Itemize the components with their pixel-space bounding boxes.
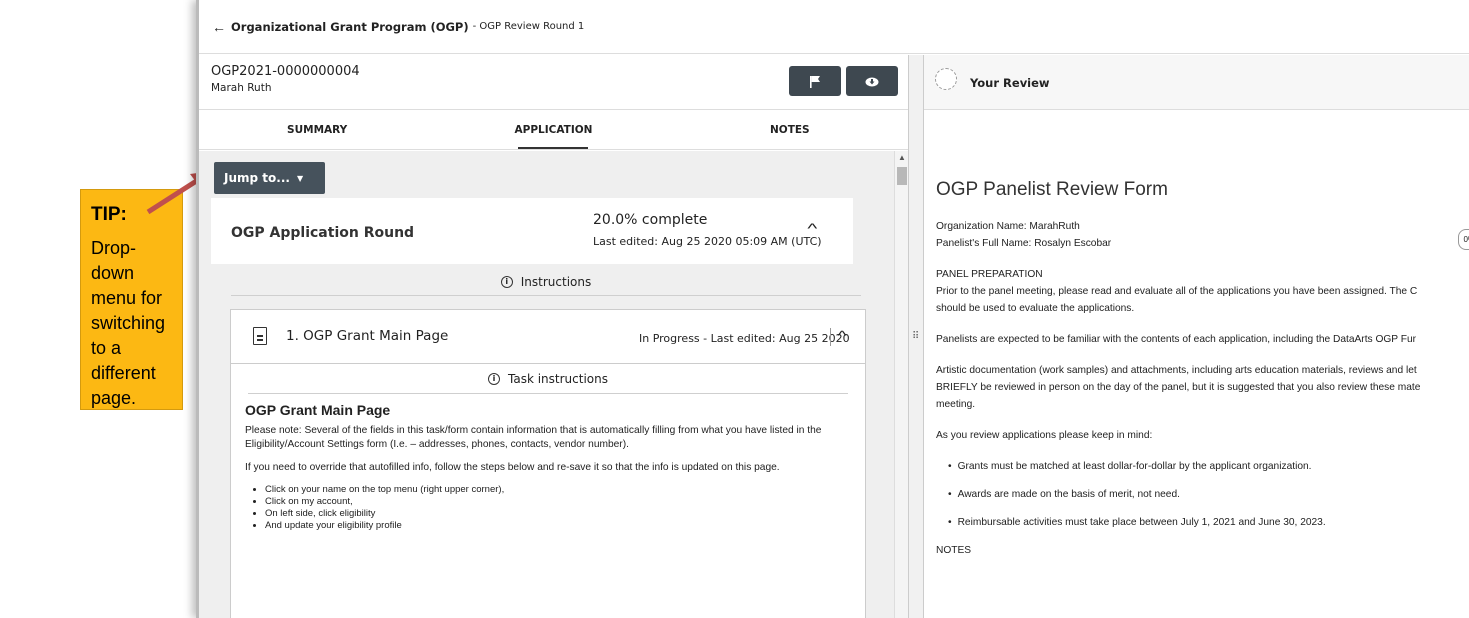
top-bar: ← Organizational Grant Program (OGP) - O… xyxy=(199,0,1469,54)
pane-resize-handle[interactable]: ⠿ xyxy=(908,55,924,618)
flag-button[interactable] xyxy=(789,66,841,96)
tip-body: Drop-down menu for switching to a differ… xyxy=(91,238,166,408)
familiar-note: Panelists are expected to be familiar wi… xyxy=(936,334,1417,345)
panelist-name: Panelist's Full Name: Rosalyn Escobar xyxy=(936,238,1112,249)
tab-application[interactable]: APPLICATION xyxy=(435,110,671,149)
list-item: And update your eligibility profile xyxy=(265,520,855,532)
task-title: 1. OGP Grant Main Page xyxy=(286,328,449,344)
list-item: Click on your name on the top menu (righ… xyxy=(265,484,855,496)
instructions-label: Instructions xyxy=(520,274,592,289)
tab-summary[interactable]: SUMMARY xyxy=(199,110,435,149)
app-window: ← Organizational Grant Program (OGP) - O… xyxy=(196,0,1469,618)
round-progress: 20.0% complete xyxy=(593,212,708,228)
grip-icon: ⠿ xyxy=(912,331,920,342)
task-instructions-label: Task instructions xyxy=(508,371,608,386)
application-content: Jump to... ▼ OGP Application Round 20.0%… xyxy=(199,151,894,618)
download-button[interactable] xyxy=(846,66,898,96)
artistic-line-1: Artistic documentation (work samples) an… xyxy=(936,365,1417,376)
instructions-toggle[interactable]: i Instructions xyxy=(231,268,861,296)
task-note: Please note: Several of the fields in th… xyxy=(245,425,822,450)
org-name: Organization Name: MarahRuth xyxy=(936,221,1080,232)
flag-icon xyxy=(810,75,820,88)
list-item: Awards are made on the basis of merit, n… xyxy=(948,486,1469,503)
list-item: Click on my account, xyxy=(265,496,855,508)
round-title: - OGP Review Round 1 xyxy=(472,21,585,32)
prep-line-2: should be used to evaluate the applicati… xyxy=(936,303,1135,314)
caret-down-icon: ▼ xyxy=(296,173,304,183)
program-title[interactable]: Organizational Grant Program (OGP) xyxy=(231,20,469,34)
scroll-up-icon[interactable]: ▲ xyxy=(898,153,906,162)
form-title: OGP Panelist Review Form xyxy=(936,179,1168,200)
info-icon: i xyxy=(500,275,513,288)
task-collapse-chevron-icon[interactable]: ^ xyxy=(837,328,846,343)
case-header: OGP2021-0000000004 Marah Ruth xyxy=(199,55,908,110)
review-percent-badge: 0% xyxy=(1458,229,1469,250)
cloud-download-icon xyxy=(865,77,879,86)
back-arrow-icon[interactable]: ← xyxy=(212,19,226,35)
review-form: 0% OGP Panelist Review Form Organization… xyxy=(924,111,1469,618)
round-last-edited: Last edited: Aug 25 2020 05:09 AM (UTC) xyxy=(593,235,822,248)
round-card-title: OGP Application Round xyxy=(231,225,415,241)
task-heading: OGP Grant Main Page xyxy=(245,402,391,418)
keep-in-mind: As you review applications please keep i… xyxy=(936,430,1153,441)
info-icon: i xyxy=(488,372,500,385)
tab-bar: SUMMARY APPLICATION NOTES xyxy=(199,110,908,150)
application-round-card: OGP Application Round 20.0% complete Las… xyxy=(211,198,853,264)
review-title: Your Review xyxy=(970,76,1050,90)
review-header: Your Review xyxy=(924,55,1469,110)
review-bullets: Grants must be matched at least dollar-f… xyxy=(948,458,1469,531)
vertical-scrollbar[interactable]: ▲ xyxy=(894,151,908,618)
prep-heading: PANEL PREPARATION xyxy=(936,269,1043,280)
document-icon xyxy=(253,327,267,345)
task-body: OGP Grant Main Page Please note: Several… xyxy=(245,403,855,532)
task-status: In Progress - Last edited: Aug 25 2020 xyxy=(639,332,850,345)
task-instructions-toggle[interactable]: i Task instructions xyxy=(248,364,848,394)
tip-callout: TIP: Drop-down menu for switching to a d… xyxy=(80,189,183,410)
task-header[interactable]: 1. OGP Grant Main Page In Progress - Las… xyxy=(231,310,865,364)
task-card: 1. OGP Grant Main Page In Progress - Las… xyxy=(230,309,866,618)
divider xyxy=(830,328,831,346)
list-item: Grants must be matched at least dollar-f… xyxy=(948,458,1469,475)
tab-notes[interactable]: NOTES xyxy=(672,110,908,149)
list-item: Reimbursable activities must take place … xyxy=(948,514,1469,531)
task-steps: Click on your name on the top menu (righ… xyxy=(265,484,855,532)
jump-to-dropdown[interactable]: Jump to... ▼ xyxy=(214,162,325,194)
artistic-line-2: BRIEFLY be reviewed in person on the day… xyxy=(936,382,1421,393)
review-status-icon xyxy=(935,68,957,90)
task-override-note: If you need to override that autofilled … xyxy=(245,462,780,473)
prep-line-1: Prior to the panel meeting, please read … xyxy=(936,286,1418,297)
notes-heading: NOTES xyxy=(936,545,972,556)
application-pane: OGP2021-0000000004 Marah Ruth SUMMARY AP… xyxy=(199,55,908,618)
list-item: On left side, click eligibility xyxy=(265,508,855,520)
collapse-chevron-icon[interactable]: ^ xyxy=(807,220,817,236)
scroll-thumb[interactable] xyxy=(897,167,907,185)
review-pane: Your Review 0% OGP Panelist Review Form … xyxy=(924,55,1469,618)
artistic-line-3: meeting. xyxy=(936,399,976,410)
jump-to-label: Jump to... xyxy=(224,171,290,185)
